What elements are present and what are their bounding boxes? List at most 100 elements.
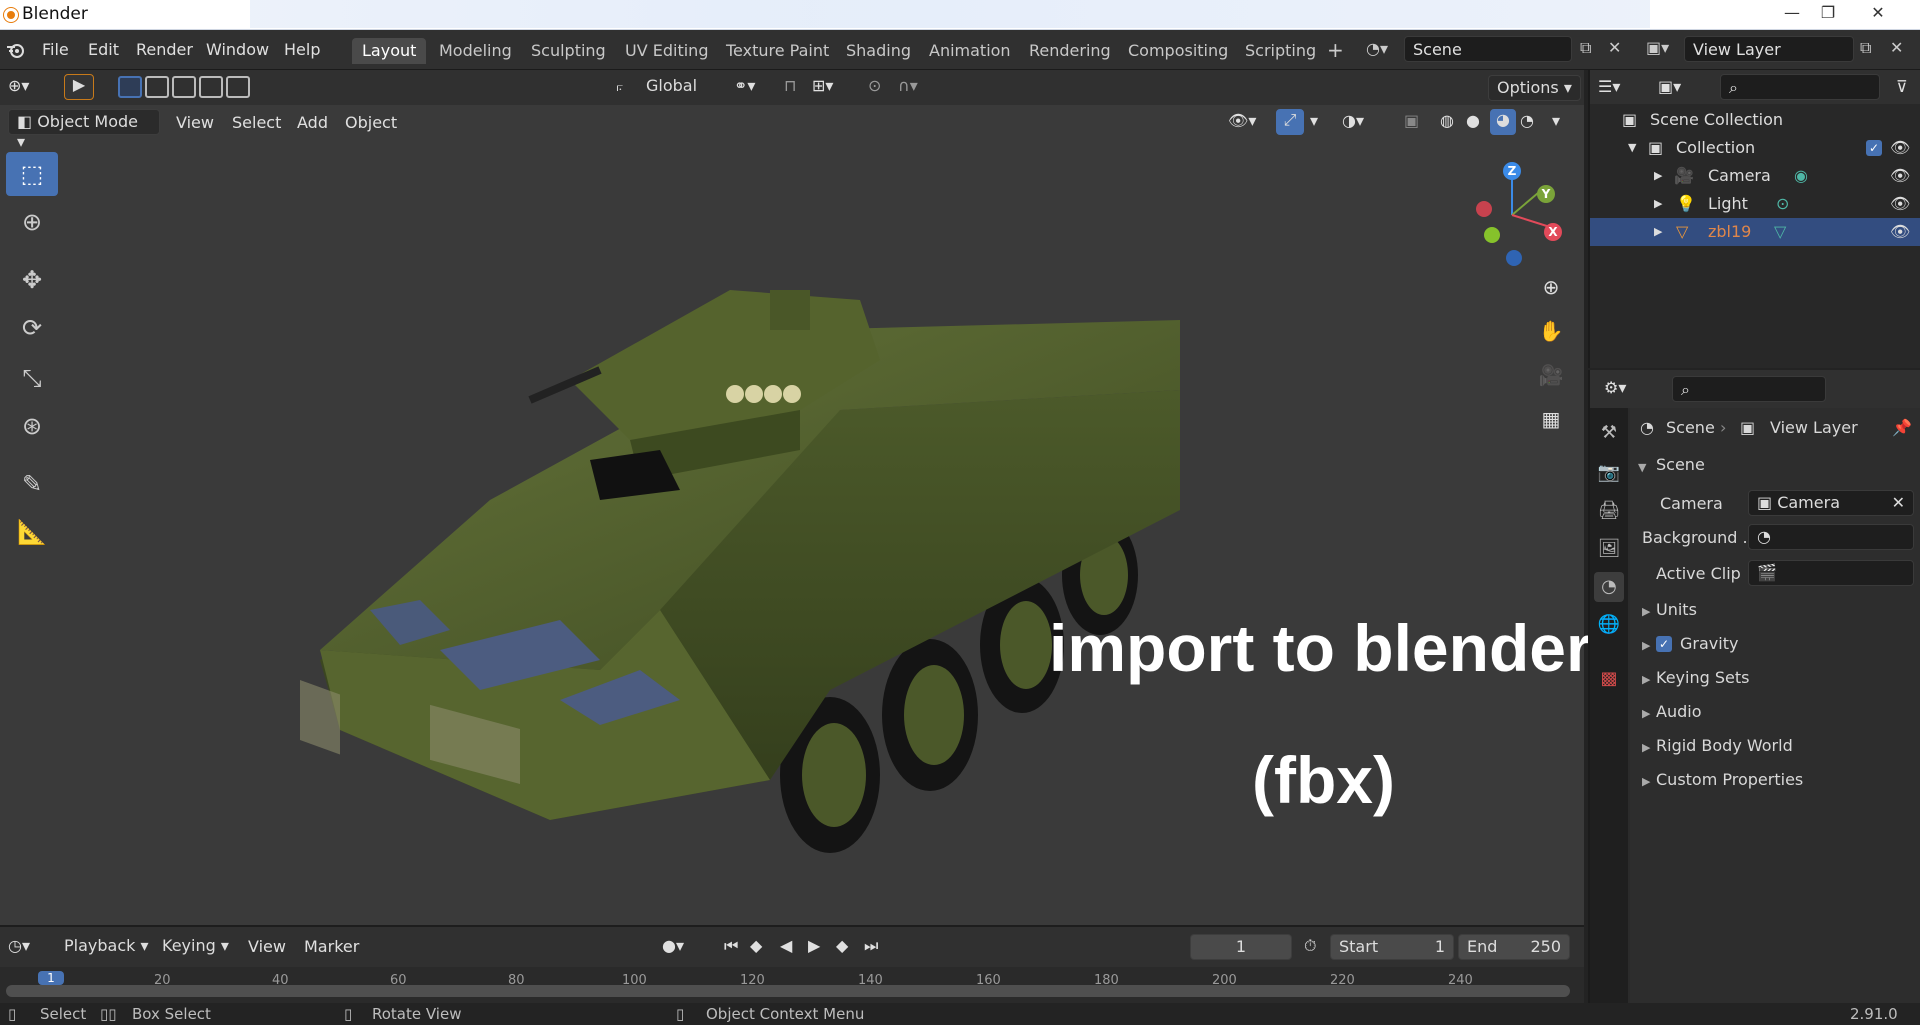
exclude-checkbox[interactable]: ✓ [1866, 140, 1882, 156]
mode-dropdown[interactable]: ◧ Object Mode ▾ [8, 109, 160, 151]
gizmo-x-axis[interactable]: X [1544, 223, 1562, 241]
start-frame-field[interactable]: Start 1 [1330, 934, 1454, 960]
restore-button[interactable]: ❐ [1810, 2, 1846, 26]
gizmo-y-axis[interactable]: Y [1537, 185, 1555, 203]
playhead[interactable]: 1 [38, 971, 64, 985]
outliner-scene-collection[interactable]: ▣ Scene Collection [1590, 106, 1920, 134]
falloff-icon[interactable]: ∩▾ [898, 76, 918, 95]
expand-icon[interactable]: ▶ [1642, 639, 1650, 652]
pivot-point-icon[interactable]: ⚭▾ [734, 76, 755, 95]
visibility-eye-icon[interactable]: 👁 [1890, 166, 1910, 185]
outliner-item-zbl19[interactable]: ▶ ▽ zbl19 ▽ 👁 [1590, 218, 1920, 246]
delete-scene-icon[interactable]: ✕ [1608, 38, 1621, 57]
tab-scripting[interactable]: Scripting [1235, 38, 1326, 64]
clear-camera-icon[interactable]: ✕ [1892, 493, 1905, 512]
rotate-tool-icon[interactable]: ⟳ [6, 306, 58, 350]
panel-keying-sets[interactable]: Keying Sets [1656, 668, 1749, 687]
jump-end-icon[interactable]: ⏭ [864, 936, 878, 956]
material-shading-icon[interactable]: ◕ [1490, 109, 1516, 135]
timeline-menu-view[interactable]: View [248, 937, 286, 956]
wireframe-shading-icon[interactable]: ◍ [1440, 111, 1454, 130]
keying-dropdown[interactable]: Keying ▾ [154, 934, 237, 960]
transform-orientation-dropdown[interactable]: Global [638, 74, 722, 100]
gizmo-toggle-icon[interactable]: ⤢ [1276, 109, 1304, 135]
panel-collapse-icon[interactable]: ▼ [1638, 461, 1646, 474]
jump-start-icon[interactable]: ⏮ [724, 936, 738, 956]
tab-sculpting[interactable]: Sculpting [521, 38, 616, 64]
gizmo-neg-y[interactable] [1484, 227, 1500, 243]
visibility-eye-icon[interactable]: 👁 [1890, 138, 1910, 157]
record-icon[interactable]: ●▾ [662, 936, 684, 955]
xray-icon[interactable]: ▣ [1404, 111, 1419, 130]
cursor-tool-icon[interactable]: ⊕ [6, 200, 58, 244]
zoom-icon[interactable]: ⊕ [1534, 270, 1568, 304]
menu-object[interactable]: Object [345, 113, 397, 132]
select-subtract-icon[interactable] [172, 76, 196, 98]
tab-compositing[interactable]: Compositing [1118, 38, 1238, 64]
move-tool-icon[interactable]: ✥ [6, 258, 58, 302]
tool-tab-icon[interactable]: ⚒ [1594, 418, 1624, 448]
menu-view[interactable]: View [176, 113, 214, 132]
display-mode-icon[interactable]: ▣▾ [1658, 77, 1681, 96]
world-tab-icon[interactable]: 🌐 [1594, 610, 1624, 640]
snap-target-icon[interactable]: ⊞▾ [812, 76, 833, 95]
new-scene-icon[interactable]: ⧉ [1580, 38, 1591, 58]
expand-icon[interactable]: ▶ [1642, 605, 1650, 618]
view-layer-selector[interactable]: View Layer [1684, 36, 1854, 62]
end-frame-field[interactable]: End 250 [1458, 934, 1570, 960]
outliner-search-input[interactable]: ⌕ [1720, 74, 1880, 100]
blender-logo-icon[interactable] [6, 41, 26, 59]
outliner-item-light[interactable]: ▶ 💡 Light ⊙ 👁 [1590, 190, 1920, 218]
filter-icon[interactable]: ⊽ [1896, 77, 1908, 96]
tab-rendering[interactable]: Rendering [1019, 38, 1121, 64]
output-tab-icon[interactable]: 🖨 [1594, 496, 1624, 526]
select-box-tool-icon[interactable]: ⬚ [6, 152, 58, 196]
playback-dropdown[interactable]: Playback ▾ [56, 934, 157, 960]
prev-keyframe-icon[interactable]: ◆ [750, 936, 762, 955]
tab-texture-paint[interactable]: Texture Paint [716, 38, 839, 64]
scale-tool-icon[interactable]: ⤡ [6, 356, 58, 400]
timeline-editor-icon[interactable]: ◷▾ [8, 936, 30, 955]
properties-search-input[interactable]: ⌕ [1672, 376, 1826, 402]
active-clip-field[interactable]: 🎬 [1748, 560, 1914, 586]
play-reverse-icon[interactable]: ◀ [780, 936, 792, 955]
panel-custom-properties[interactable]: Custom Properties [1656, 770, 1803, 789]
shading-dropdown-icon[interactable]: ▾ [1552, 111, 1560, 130]
outliner-collection[interactable]: ▼ ▣ Collection ✓ 👁 [1590, 134, 1920, 162]
menu-select[interactable]: Select [232, 113, 281, 132]
close-button[interactable]: ✕ [1860, 2, 1896, 26]
stopwatch-icon[interactable]: ⏱ [1304, 936, 1316, 956]
select-extend-icon[interactable] [145, 76, 169, 98]
transform-tool-icon[interactable]: ⊛ [6, 404, 58, 448]
gizmo-z-axis[interactable]: Z [1503, 162, 1521, 180]
tab-modeling[interactable]: Modeling [429, 38, 522, 64]
view-layer-icon[interactable]: ▣▾ [1646, 38, 1669, 57]
panel-units[interactable]: Units [1656, 600, 1697, 619]
panel-gravity[interactable]: Gravity [1680, 634, 1738, 653]
play-icon[interactable]: ▶ [808, 936, 820, 955]
panel-scene-header[interactable]: Scene [1656, 455, 1705, 474]
measure-tool-icon[interactable]: 📐 [6, 510, 58, 554]
select-invert-icon[interactable] [199, 76, 223, 98]
next-keyframe-icon[interactable]: ◆ [836, 936, 848, 955]
camera-view-icon[interactable]: 🎥 [1534, 358, 1568, 392]
editor-type-icon[interactable]: ⊕▾ [8, 76, 29, 95]
select-new-icon[interactable] [118, 76, 142, 98]
visibility-eye-icon[interactable]: 👁 [1890, 222, 1910, 241]
minimize-button[interactable]: — [1774, 2, 1810, 26]
gravity-checkbox[interactable]: ✓ [1656, 636, 1672, 652]
expand-icon[interactable]: ▶ [1642, 707, 1650, 720]
pin-icon[interactable]: 📌 [1892, 418, 1912, 437]
overlay-icon[interactable]: ◑▾ [1342, 111, 1364, 130]
scene-selector[interactable]: Scene [1404, 36, 1572, 62]
new-view-layer-icon[interactable]: ⧉ [1860, 38, 1871, 58]
menu-help[interactable]: Help [284, 40, 320, 59]
outliner-editor-icon[interactable]: ☰▾ [1598, 77, 1620, 96]
outliner-item-camera[interactable]: ▶ 🎥 Camera ◉ 👁 [1590, 162, 1920, 190]
render-tab-icon[interactable]: 📷 [1594, 458, 1624, 488]
camera-field[interactable]: ▣ Camera ✕ [1748, 490, 1914, 516]
3d-viewport[interactable]: ⊕▾ ▶ ⟔ Global ⚭▾ ⊓ ⊞▾ ⊙ ∩▾ Options ▾ ◧ O… [0, 70, 1592, 925]
visibility-icon[interactable]: 👁▾ [1228, 111, 1256, 130]
menu-edit[interactable]: Edit [88, 40, 119, 59]
proportional-edit-icon[interactable]: ⊙ [868, 76, 881, 95]
